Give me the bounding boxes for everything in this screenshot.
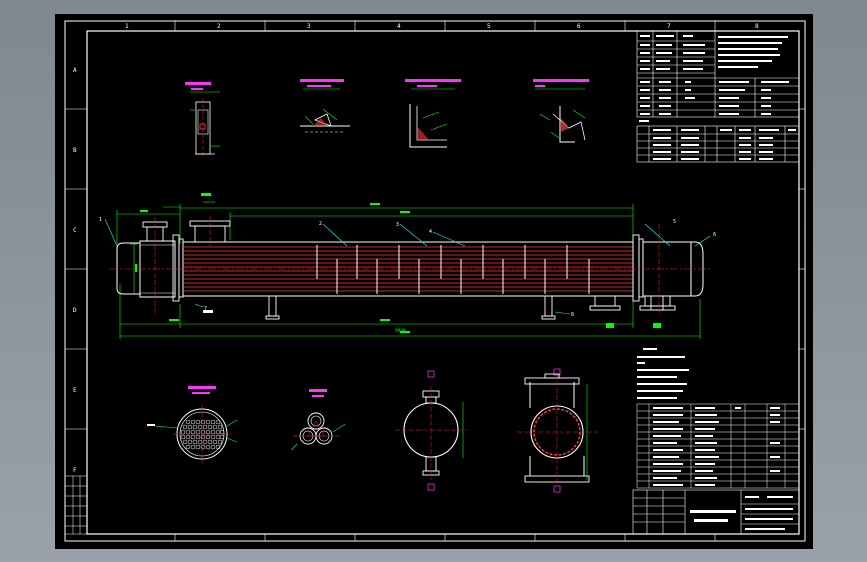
overall-dimension: 9998 bbox=[395, 328, 406, 334]
zone-label-top-8: 8 bbox=[755, 23, 759, 30]
drawing-sheet[interactable]: 1 2 3 4 5 6 7 8 A B C D E F 1 2 3 4 5 6 … bbox=[55, 14, 813, 549]
callout-6: 6 bbox=[713, 232, 716, 238]
main-elevation: 1 2 3 4 5 6 7 8 9998 bbox=[99, 193, 716, 339]
zone-label-top-1: 1 bbox=[125, 23, 129, 30]
drawing-canvas: 1 2 3 4 5 6 7 8 A B C D E F 1 2 3 4 5 6 … bbox=[64, 20, 806, 542]
section-channel-end bbox=[395, 370, 467, 491]
zone-label-top-3: 3 bbox=[307, 23, 311, 30]
zone-label-top-6: 6 bbox=[577, 23, 581, 30]
section-tubesheet bbox=[147, 386, 238, 463]
section-tube-arrangement bbox=[290, 389, 346, 451]
callout-4: 4 bbox=[429, 229, 432, 235]
callout-1: 1 bbox=[99, 217, 102, 223]
zone-label-left-f: F bbox=[73, 467, 77, 474]
zone-label-left-c: C bbox=[73, 227, 77, 234]
detail-view-3 bbox=[405, 79, 461, 148]
tube-holes bbox=[180, 419, 225, 450]
detail-view-2 bbox=[300, 79, 350, 133]
technical-notes bbox=[637, 348, 689, 399]
zone-label-top-7: 7 bbox=[667, 23, 671, 30]
title-block-text bbox=[690, 496, 793, 530]
detail-view-1 bbox=[185, 82, 220, 158]
zone-label-left-d: D bbox=[73, 307, 77, 314]
zone-label-left-e: E bbox=[73, 387, 77, 394]
callout-5: 5 bbox=[673, 219, 676, 225]
zone-label-top-5: 5 bbox=[487, 23, 491, 30]
parts-list bbox=[636, 403, 800, 489]
zone-label-top-4: 4 bbox=[397, 23, 401, 30]
zone-label-left-a: A bbox=[73, 67, 77, 74]
detail-view-4 bbox=[533, 79, 589, 143]
technical-data-text bbox=[640, 35, 789, 115]
inner-frame bbox=[86, 30, 800, 535]
section-floating-head bbox=[517, 368, 597, 493]
callout-2: 2 bbox=[319, 221, 322, 227]
zone-label-left-b: B bbox=[73, 147, 77, 154]
cad-viewport[interactable]: 1 2 3 4 5 6 7 8 A B C D E F 1 2 3 4 5 6 … bbox=[0, 0, 867, 562]
zone-label-top-2: 2 bbox=[217, 23, 221, 30]
callout-3: 3 bbox=[396, 222, 399, 228]
callout-8: 8 bbox=[571, 312, 574, 318]
revision-table bbox=[64, 475, 88, 535]
